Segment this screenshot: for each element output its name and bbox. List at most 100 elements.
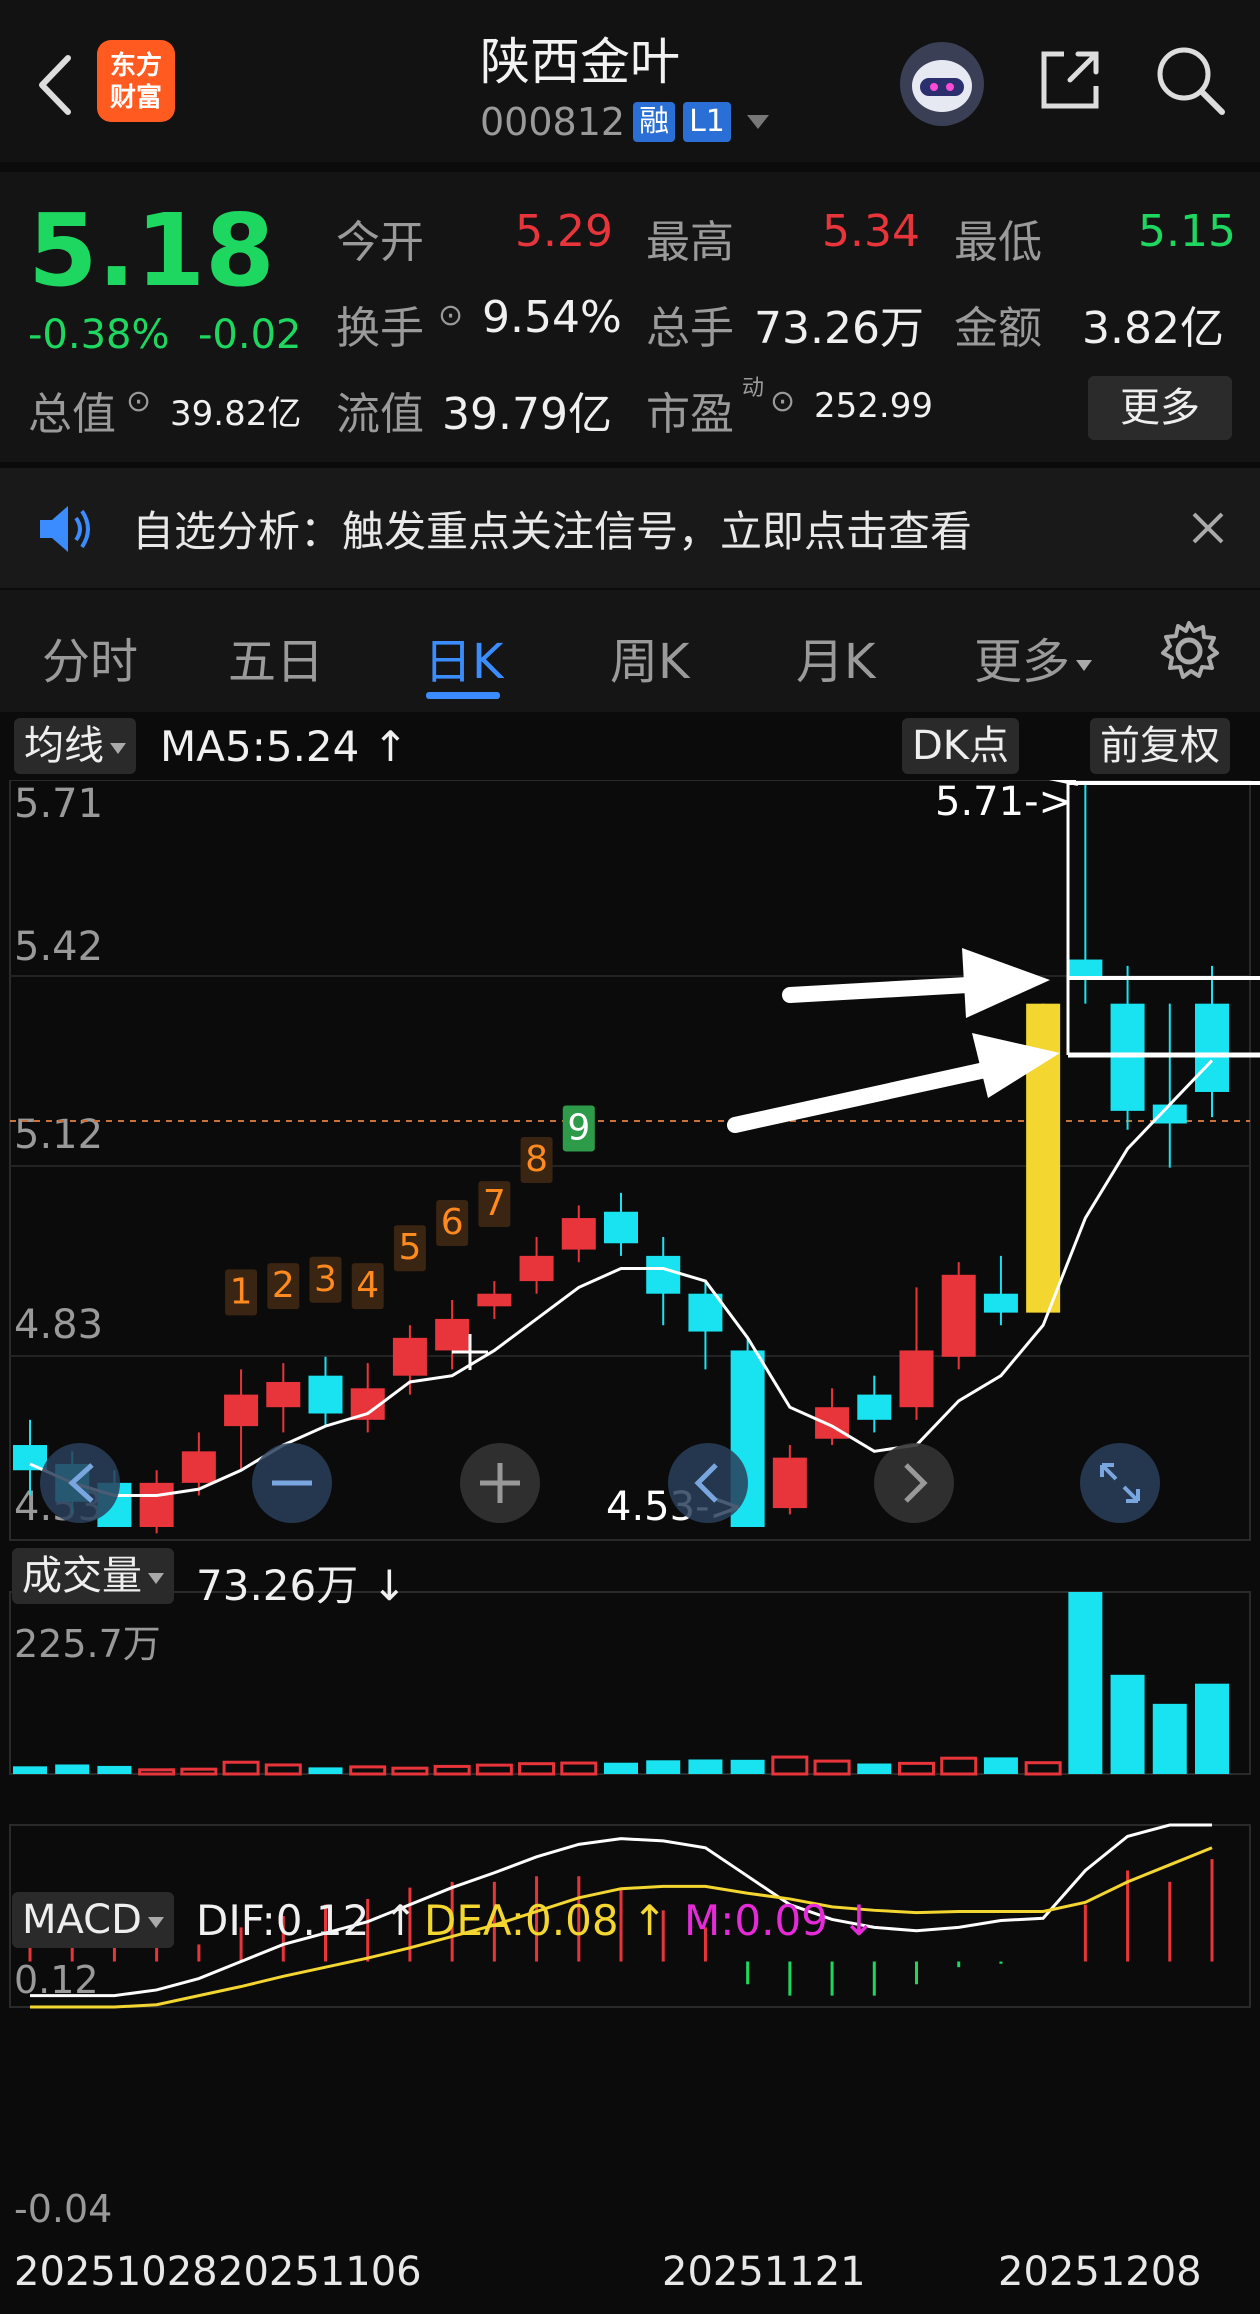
volume-bar [349, 1765, 387, 1776]
volume-bar [1110, 1674, 1145, 1774]
active-tab-indicator [426, 692, 500, 699]
scroll-left-button[interactable] [40, 1443, 120, 1523]
stock-name: 陕西金叶 [480, 33, 680, 91]
share-icon[interactable] [1030, 40, 1110, 120]
fullscreen-button[interactable] [1080, 1443, 1160, 1523]
candle-body [899, 1350, 934, 1408]
tab-five-day[interactable]: 五日 [228, 622, 324, 692]
last-price: 5.18 [28, 192, 275, 309]
settings-gear-icon[interactable] [1156, 618, 1222, 684]
close-icon[interactable] [1190, 510, 1226, 546]
volume-bar [222, 1760, 260, 1776]
annotation-arrows [727, 780, 1078, 1133]
info-icon[interactable]: ⊙ [126, 384, 151, 419]
volume-bar [264, 1763, 302, 1776]
back-icon[interactable] [22, 40, 82, 130]
analysis-banner[interactable]: 自选分析：触发重点关注信号，立即点击查看 [0, 468, 1260, 588]
volume-bar [13, 1766, 47, 1774]
sequence-marker-number: 5 [398, 1227, 421, 1268]
candle-body [392, 1337, 427, 1376]
chevron-down-icon [746, 115, 769, 129]
stock-code: 000812 [480, 100, 626, 144]
volume-bar [475, 1763, 513, 1776]
volume-panel-border [9, 1591, 1251, 1775]
pe-dynamic-tag: 动 [742, 376, 765, 401]
logo-line1: 东方 [109, 51, 162, 81]
stock-code-row[interactable]: 000812 融 L1 [480, 96, 769, 148]
macd-axis-label-bottom: -0.04 [14, 2187, 112, 2231]
volume-bar [1068, 1592, 1103, 1774]
price-panel-border [9, 780, 1251, 1541]
sequence-marker-number: 4 [356, 1265, 379, 1306]
volume-bar [97, 1765, 132, 1774]
volume-bar [433, 1764, 471, 1776]
amount-value: 3.82亿 [1082, 303, 1224, 354]
turnover-value: 9.54% [482, 292, 622, 343]
tab-more[interactable]: 更多 [974, 622, 1093, 692]
volume-bar [138, 1768, 176, 1776]
adjust-button[interactable]: 前复权 [1090, 718, 1230, 774]
zoom-out-button[interactable] [252, 1443, 332, 1523]
margin-badge: 融 [633, 102, 676, 142]
volume-bar [1024, 1761, 1062, 1776]
search-icon[interactable] [1150, 40, 1230, 120]
app-logo: 东方 财富 [97, 40, 175, 122]
chevron-down-icon [147, 1916, 164, 1928]
date-label: 20251208 [998, 2249, 1202, 2295]
volume-bar [940, 1756, 978, 1776]
candle-body [519, 1255, 554, 1282]
pan-right-button[interactable] [874, 1443, 954, 1523]
chart-grid [9, 780, 1251, 1541]
annotation-lines [1066, 781, 1260, 1058]
info-icon[interactable]: ⊙ [770, 384, 795, 419]
pan-left-button[interactable] [668, 1443, 748, 1523]
robot-avatar-icon[interactable] [900, 42, 984, 126]
kline-chart-area[interactable]: 5.71 5.42 5.12 4.83 4.53 123456789 5.71-… [0, 780, 1260, 2314]
mktcap-value: 39.82亿 [170, 394, 302, 434]
candle-body [308, 1375, 343, 1414]
candle-body [477, 1293, 512, 1307]
volume-bar [1195, 1683, 1229, 1774]
sequence-markers: 1 2 3 456 789 [225, 1105, 595, 1316]
tab-intraday[interactable]: 分时 [42, 622, 138, 692]
candle-body [266, 1381, 301, 1408]
sequence-marker-number: 7 [483, 1183, 506, 1224]
zoom-in-button[interactable] [460, 1443, 540, 1523]
volume-selector[interactable]: 成交量 [12, 1548, 174, 1604]
sequence-marker-number: 3 [314, 1259, 337, 1300]
candle-body [604, 1211, 638, 1244]
volume-bar [560, 1761, 598, 1776]
candle-body [181, 1451, 216, 1483]
tab-monthly-k[interactable]: 月K [796, 622, 875, 692]
volume-bar [730, 1759, 765, 1774]
amount-label: 金额 [954, 303, 1042, 354]
macd-dif-value: DIF:0.12 ↑ [196, 1896, 418, 1945]
tab-daily-k[interactable]: 日K [424, 622, 503, 692]
volume-bar [857, 1763, 892, 1774]
volume-bar [688, 1759, 723, 1774]
float-label: 流值 [336, 389, 424, 440]
volume-bar [308, 1767, 343, 1774]
pe-label: 市盈 [646, 389, 734, 440]
candle-body [983, 1293, 1018, 1313]
float-value: 39.79亿 [442, 389, 612, 440]
candle-body [772, 1457, 807, 1509]
candle-body [139, 1482, 174, 1527]
more-button[interactable]: 更多 [1088, 376, 1232, 440]
dk-point-button[interactable]: DK点 [902, 718, 1020, 774]
sequence-marker-number: 8 [525, 1139, 548, 1180]
volume-bar [771, 1755, 809, 1776]
volume-axis-label: 225.7万 [14, 1622, 161, 1666]
info-icon[interactable]: ⊙ [438, 298, 463, 333]
volume-value: 73.26万 ↓ [196, 1561, 407, 1610]
macd-selector[interactable]: MACD [12, 1892, 174, 1948]
chevron-down-icon [1076, 659, 1093, 671]
price-label: 4.83 [14, 1302, 103, 1348]
candle-body [13, 1445, 47, 1471]
volume-bar [55, 1764, 90, 1774]
candle-body [224, 1394, 259, 1427]
pe-value: 252.99 [814, 386, 933, 426]
ma-selector[interactable]: 均线 [14, 718, 136, 774]
volume-selector-label: 成交量 [22, 1553, 142, 1599]
tab-weekly-k[interactable]: 周K [610, 622, 689, 692]
